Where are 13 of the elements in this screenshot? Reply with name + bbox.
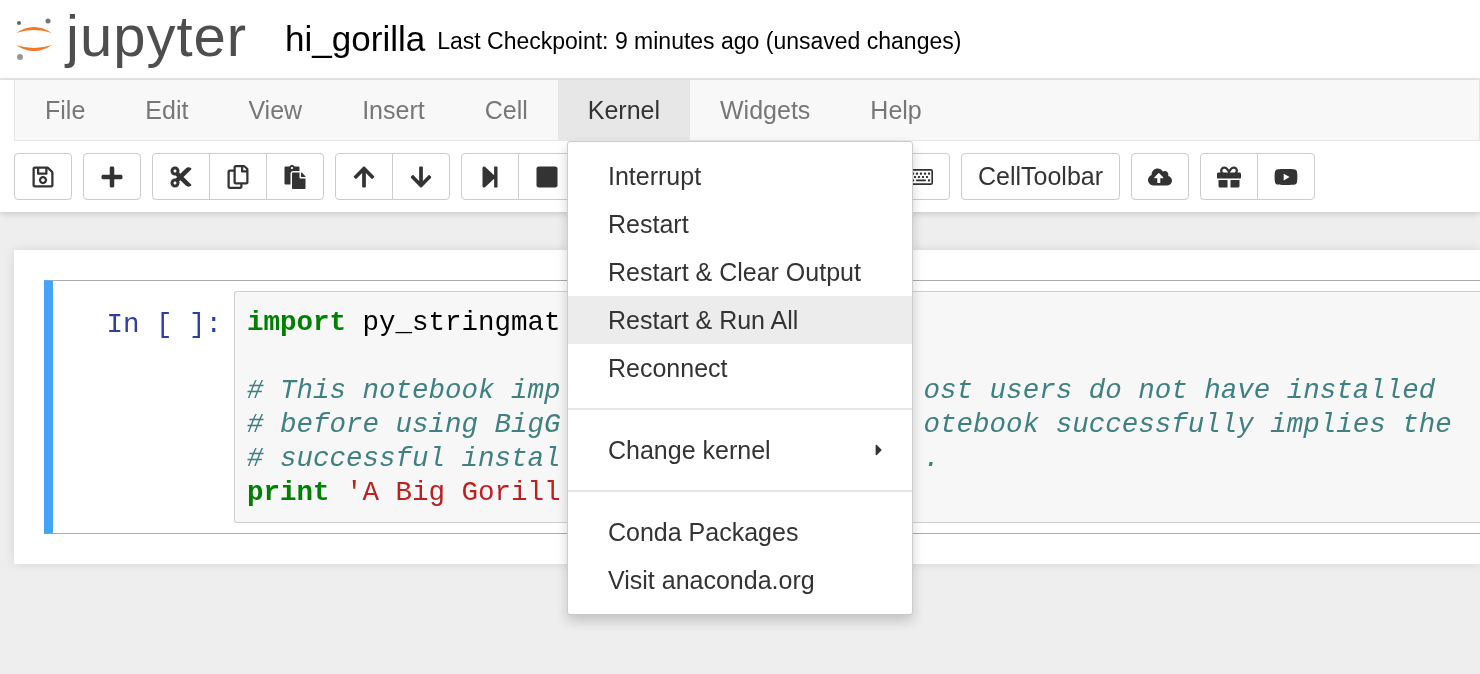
code-comment: # successful instal — [247, 443, 561, 474]
code-comment: otebook successfully implies the — [923, 409, 1452, 440]
checkpoint-status: Last Checkpoint: 9 minutes ago (unsaved changes) — [437, 27, 962, 55]
code-keyword: print — [247, 477, 330, 508]
code-comment: . — [923, 443, 941, 474]
code-text: py_stringmat — [361, 307, 561, 338]
code-string: 'A Big Gorill — [345, 477, 561, 508]
submenu-label: Change kernel — [608, 435, 771, 465]
code-keyword: import — [247, 307, 347, 338]
code-comment: ost users do not have installed — [923, 375, 1436, 406]
code-comment: # This notebook imp — [247, 375, 561, 406]
cell-prompt: In [ ]: — [105, 308, 223, 342]
code-comment: # before using BigG — [247, 409, 561, 440]
